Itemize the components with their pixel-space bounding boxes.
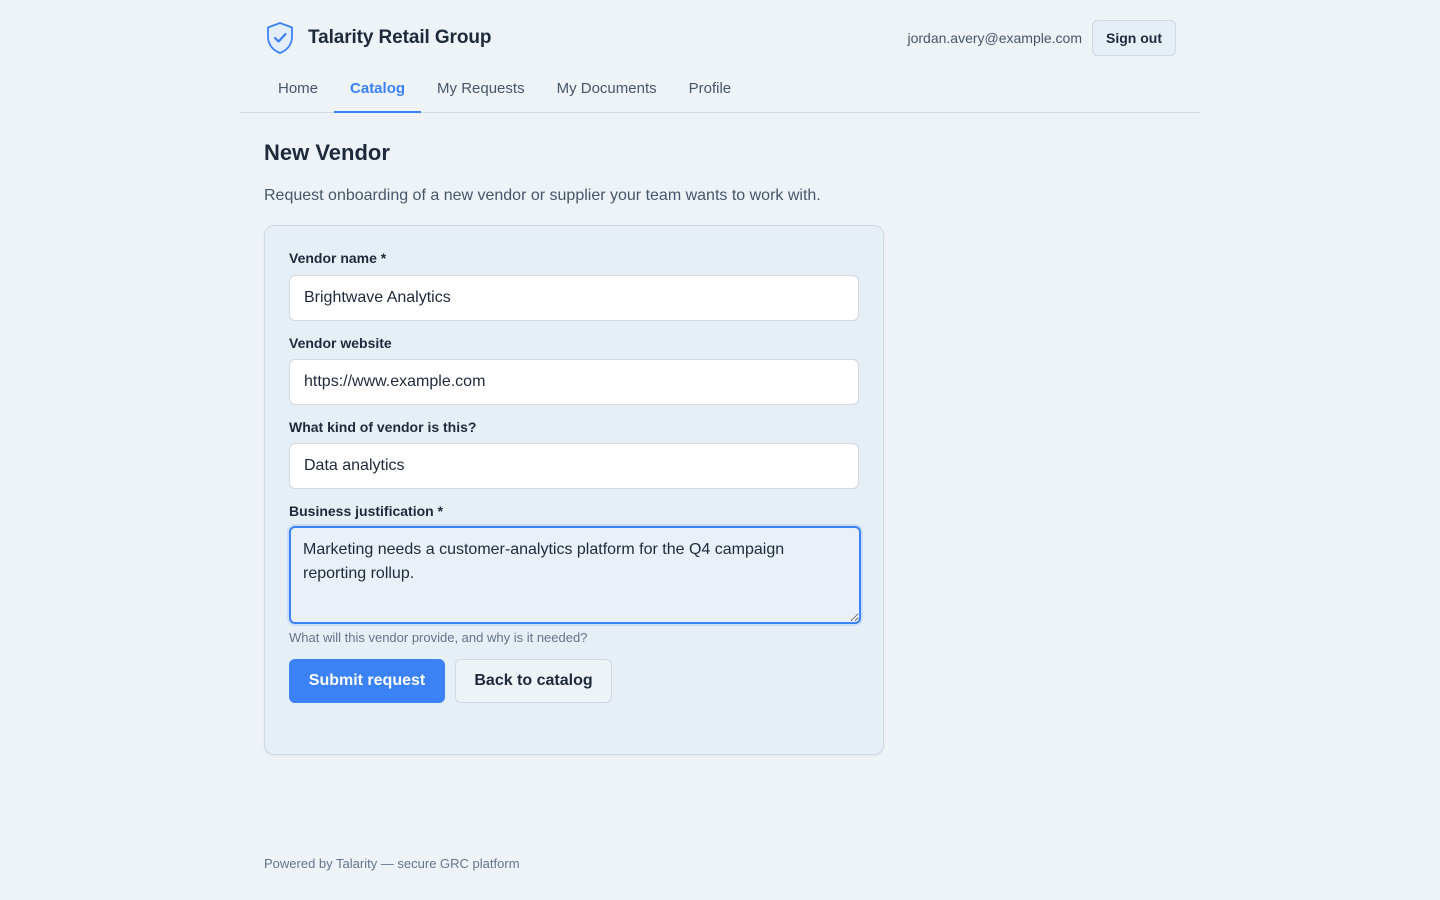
submit-request-button[interactable]: Submit request bbox=[289, 659, 445, 703]
tab-profile[interactable]: Profile bbox=[673, 68, 748, 113]
vendor-website-input[interactable] bbox=[289, 359, 859, 405]
tab-home[interactable]: Home bbox=[262, 68, 334, 113]
sign-out-button[interactable]: Sign out bbox=[1092, 20, 1176, 56]
tab-my-documents[interactable]: My Documents bbox=[541, 68, 673, 113]
vendor-kind-label: What kind of vendor is this? bbox=[289, 419, 477, 435]
main-nav: Home Catalog My Requests My Documents Pr… bbox=[262, 68, 747, 113]
footer-text: Powered by Talarity — secure GRC platfor… bbox=[264, 856, 520, 871]
user-email: jordan.avery@example.com bbox=[907, 30, 1082, 46]
page-subtitle: Request onboarding of a new vendor or su… bbox=[264, 187, 821, 204]
page-title: New Vendor bbox=[264, 140, 390, 165]
tab-catalog[interactable]: Catalog bbox=[334, 68, 422, 113]
tab-my-requests[interactable]: My Requests bbox=[421, 68, 541, 113]
justification-label: Business justification * bbox=[289, 503, 444, 519]
shield-check-icon bbox=[264, 20, 296, 56]
vendor-kind-input[interactable] bbox=[289, 443, 859, 489]
brand[interactable]: Talarity Retail Group bbox=[264, 20, 491, 56]
back-to-catalog-button[interactable]: Back to catalog bbox=[455, 659, 612, 703]
vendor-website-label: Vendor website bbox=[289, 335, 392, 351]
vendor-name-input[interactable] bbox=[289, 275, 859, 321]
justification-textarea[interactable]: Marketing needs a customer-analytics pla… bbox=[289, 526, 861, 624]
user-box: jordan.avery@example.com Sign out bbox=[907, 20, 1176, 56]
justification-hint: What will this vendor provide, and why i… bbox=[289, 630, 588, 645]
new-vendor-form: Vendor name * Vendor website What kind o… bbox=[264, 225, 884, 755]
brand-name: Talarity Retail Group bbox=[308, 27, 492, 48]
vendor-name-label: Vendor name * bbox=[289, 250, 387, 266]
top-header: Talarity Retail Group jordan.avery@examp… bbox=[240, 0, 1200, 113]
page: Talarity Retail Group jordan.avery@examp… bbox=[0, 0, 1440, 900]
